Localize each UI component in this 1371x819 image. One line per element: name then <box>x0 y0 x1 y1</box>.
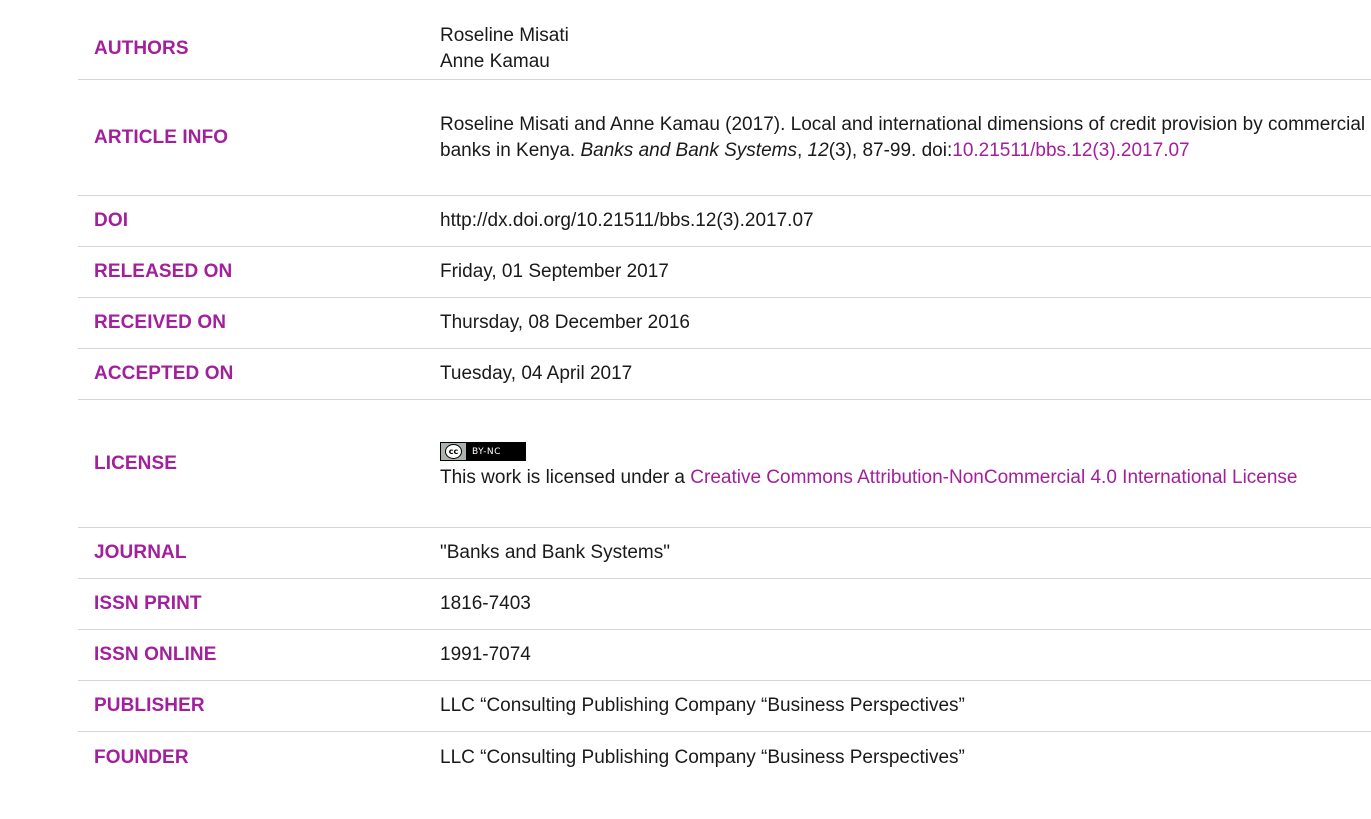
license-value: cc BY-NC This work is licensed under a C… <box>440 436 1371 492</box>
row-released-on: RELEASED ON Friday, 01 September 2017 <box>78 247 1371 298</box>
citation-journal-title: Banks and Bank Systems <box>580 139 797 161</box>
received-on-label: RECEIVED ON <box>94 312 227 333</box>
row-issn-print: ISSN PRINT 1816-7403 <box>78 579 1371 630</box>
publisher-label: PUBLISHER <box>94 695 205 716</box>
doi-label: DOI <box>94 210 129 231</box>
publisher-value: LLC “Consulting Publishing Company “Busi… <box>440 695 965 716</box>
author-name: Roseline Misati <box>440 24 569 46</box>
issn-online-label: ISSN ONLINE <box>94 644 217 665</box>
released-on-label: RELEASED ON <box>94 261 233 282</box>
issn-print-label: ISSN PRINT <box>94 593 202 614</box>
license-text: This work is licensed under a <box>440 467 691 489</box>
doi-value: http://dx.doi.org/10.21511/bbs.12(3).201… <box>440 210 814 231</box>
citation-volume: 12 <box>807 139 829 161</box>
accepted-on-value: Tuesday, 04 April 2017 <box>440 363 633 384</box>
row-received-on: RECEIVED ON Thursday, 08 December 2016 <box>78 298 1371 349</box>
row-authors: AUTHORS Roseline Misati Anne Kamau <box>78 18 1371 80</box>
received-on-value: Thursday, 08 December 2016 <box>440 312 690 333</box>
author-name: Anne Kamau <box>440 50 550 72</box>
cc-badge-terms: BY-NC <box>472 446 501 457</box>
issn-print-value: 1816-7403 <box>440 593 531 614</box>
license-link[interactable]: Creative Commons Attribution-NonCommerci… <box>690 467 1297 488</box>
founder-label: FOUNDER <box>94 746 189 768</box>
accepted-on-label: ACCEPTED ON <box>94 363 234 384</box>
issn-online-value: 1991-7074 <box>440 644 531 665</box>
row-doi: DOI http://dx.doi.org/10.21511/bbs.12(3)… <box>78 196 1371 247</box>
journal-label: JOURNAL <box>94 542 187 563</box>
citation-separator: , <box>796 139 808 161</box>
released-on-value: Friday, 01 September 2017 <box>440 261 669 282</box>
row-license: LICENSE cc BY-NC This work is licensed u… <box>78 400 1371 528</box>
row-journal: JOURNAL "Banks and Bank Systems" <box>78 528 1371 579</box>
authors-value: Roseline Misati Anne Kamau <box>440 23 1371 75</box>
row-article-info: ARTICLE INFO Roseline Misati and Anne Ka… <box>78 80 1371 196</box>
article-metadata-table: AUTHORS Roseline Misati Anne Kamau ARTIC… <box>0 0 1371 819</box>
row-accepted-on: ACCEPTED ON Tuesday, 04 April 2017 <box>78 349 1371 400</box>
authors-label: AUTHORS <box>94 37 189 59</box>
cc-by-nc-badge-icon[interactable]: cc BY-NC <box>440 442 526 462</box>
journal-value: "Banks and Bank Systems" <box>440 542 670 563</box>
row-founder: FOUNDER LLC “Consulting Publishing Compa… <box>78 732 1371 783</box>
cc-icon: cc <box>445 444 462 460</box>
citation-issue-pages: (3), 87-99. doi: <box>828 139 953 161</box>
row-publisher: PUBLISHER LLC “Consulting Publishing Com… <box>78 681 1371 732</box>
row-issn-online: ISSN ONLINE 1991-7074 <box>78 630 1371 681</box>
article-info-citation: Roseline Misati and Anne Kamau (2017). L… <box>440 112 1371 164</box>
article-info-label: ARTICLE INFO <box>94 126 229 148</box>
founder-value: LLC “Consulting Publishing Company “Busi… <box>440 746 965 768</box>
license-label: LICENSE <box>94 452 178 474</box>
citation-doi-link[interactable]: 10.21511/bbs.12(3).2017.07 <box>952 140 1189 161</box>
